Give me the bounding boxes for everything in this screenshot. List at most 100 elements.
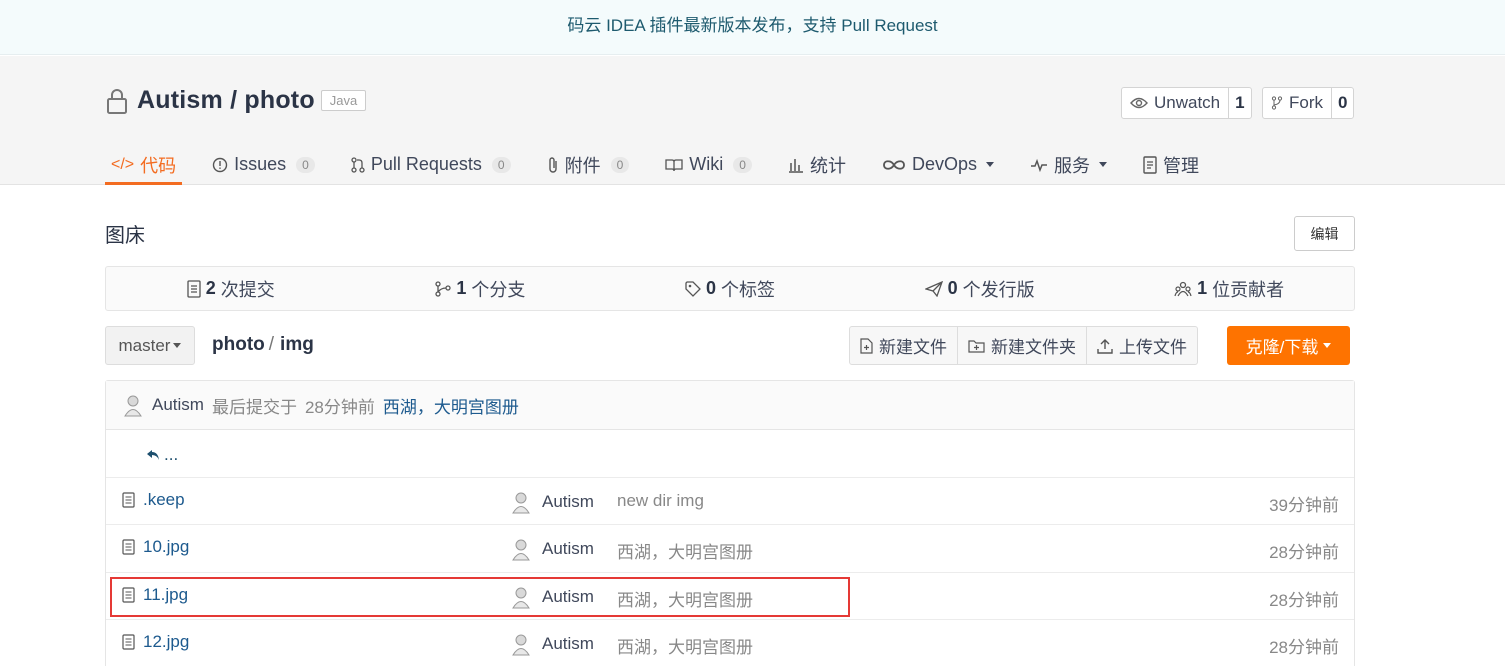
file-author[interactable]: Autism [510,585,594,609]
repo-header: Autism / photo Java Unwatch 1 Fork 0 </>… [0,56,1505,185]
clone-download-button[interactable]: 克隆/下载 [1227,326,1350,365]
file-name: 12.jpg [143,632,190,651]
stat-number: 2 [205,278,216,298]
tab-wiki[interactable]: Wiki 0 [659,144,758,185]
stat-commits[interactable]: 2 次提交 [106,267,356,310]
tab-issues[interactable]: Issues 0 [206,144,321,185]
branch-select[interactable]: master [105,326,195,365]
pulse-icon [1031,158,1048,172]
commit-author[interactable]: Autism [152,395,204,415]
tab-label: 附件 [564,155,601,176]
fork-label: Fork [1289,93,1323,112]
avatar [512,634,530,656]
fork-button[interactable]: Fork [1263,88,1331,118]
chevron-down-icon [986,162,995,167]
parent-dir-link[interactable]: ... [146,445,178,465]
new-folder-button[interactable]: 新建文件夹 [958,327,1087,364]
file-name: 11.jpg [143,584,189,604]
tab-label: 管理 [1163,155,1200,176]
avatar [512,492,530,513]
tag-icon [685,280,701,297]
avatar [512,539,530,561]
tab-devops[interactable]: DevOps [876,144,1000,185]
tab-code[interactable]: </> 代码 [105,144,183,185]
stat-number: 0 [705,278,716,298]
tab-count-badge: 0 [610,156,630,173]
folder-icon [968,339,985,353]
pull-request-icon [351,156,365,173]
code-icon: </> [111,155,135,173]
branch-icon [435,280,452,297]
contributors-icon [1174,281,1192,296]
commit-message[interactable]: new dir img [617,491,704,511]
stat-tags[interactable]: 0 个标签 [605,267,855,310]
stat-label: 个分支 [471,279,526,300]
commit-prefix: 最后提交于 [211,397,297,417]
commit-message[interactable]: 西湖，大明宫图册 [617,586,753,611]
file-name-link[interactable]: 12.jpg [122,632,189,652]
avatar[interactable] [122,393,144,417]
edit-button[interactable]: 编辑 [1294,216,1355,251]
commit-time: 39分钟前 [1269,495,1339,515]
table-row[interactable]: 10.jpg Autism 西湖，大明宫图册 28分钟前 [106,525,1354,573]
table-row[interactable]: 11.jpg Autism 西湖，大明宫图册 28分钟前 [106,573,1354,620]
watch-button-group[interactable]: Unwatch 1 [1121,87,1252,119]
author-name: Autism [542,586,594,606]
lock-icon [105,87,129,115]
tab-count-badge: 0 [733,156,752,173]
commit-message[interactable]: 西湖，大明宫图册 [617,538,753,563]
tab-manage[interactable]: 管理 [1137,144,1205,185]
stat-label: 个标签 [720,279,775,300]
tab-label: 代码 [140,155,177,176]
new-file-button[interactable]: 新建文件 [850,327,958,364]
repo-path-separator: / [222,86,245,114]
tab-stats[interactable]: 统计 [782,144,852,185]
tab-attachments[interactable]: 附件 0 [541,144,636,185]
stat-contributors[interactable]: 1 位贡献者 [1104,267,1354,310]
parent-dir-row[interactable]: ... [106,430,1354,478]
watch-button[interactable]: Unwatch [1122,88,1228,118]
breadcrumb: photo / img [212,334,314,356]
repo-owner-link[interactable]: Autism [137,86,223,115]
file-author[interactable]: Autism [510,490,594,514]
stat-label: 次提交 [220,279,275,300]
file-name-link[interactable]: .keep [122,490,185,510]
file-list: Autism 最后提交于 28分钟前 西湖，大明宫图册 ... .keep Au… [105,380,1355,666]
breadcrumb-dir: img [280,334,314,355]
issue-icon [212,157,228,172]
commit-doc-icon [187,279,201,298]
tab-services[interactable]: 服务 [1024,144,1113,185]
watch-count[interactable]: 1 [1228,88,1250,118]
clone-label: 克隆/下载 [1245,338,1319,357]
commit-message-link[interactable]: 西湖，大明宫图册 [383,393,519,418]
file-author[interactable]: Autism [510,632,594,656]
stat-label: 位贡献者 [1212,279,1285,300]
upload-button[interactable]: 上传文件 [1087,327,1197,364]
fork-button-group[interactable]: Fork 0 [1262,87,1355,119]
chevron-down-icon [1323,343,1332,348]
tab-label: Wiki [689,154,724,174]
file-name-link[interactable]: 11.jpg [122,585,188,605]
file-author[interactable]: Autism [510,537,594,561]
tab-count-badge: 0 [491,156,511,173]
tab-pull-requests[interactable]: Pull Requests 0 [345,144,517,185]
commit-time: 28分钟前 [1269,638,1339,657]
new-file-label: 新建文件 [879,338,947,357]
commit-message[interactable]: 西湖，大明宫图册 [617,633,753,658]
file-icon [122,634,135,650]
stat-branches[interactable]: 1 个分支 [356,267,606,310]
fork-count[interactable]: 0 [1331,88,1353,118]
file-icon [122,491,135,508]
repo-name-link[interactable]: photo [244,86,314,115]
last-commit-bar: Autism 最后提交于 28分钟前 西湖，大明宫图册 [106,381,1354,430]
breadcrumb-repo[interactable]: photo [212,334,265,355]
new-folder-label: 新建文件夹 [991,338,1076,357]
book-icon [665,158,683,171]
stat-releases[interactable]: 0 个发行版 [855,267,1105,310]
repo-title: Autism / photo Java [105,86,367,115]
file-name-link[interactable]: 10.jpg [122,537,189,557]
table-row[interactable]: 12.jpg Autism 西湖，大明宫图册 28分钟前 [106,620,1354,666]
announcement-banner[interactable]: 码云 IDEA 插件最新版本发布，支持 Pull Request [0,0,1505,55]
tab-label: DevOps [911,154,978,174]
table-row[interactable]: .keep Autism new dir img 39分钟前 [106,478,1354,525]
